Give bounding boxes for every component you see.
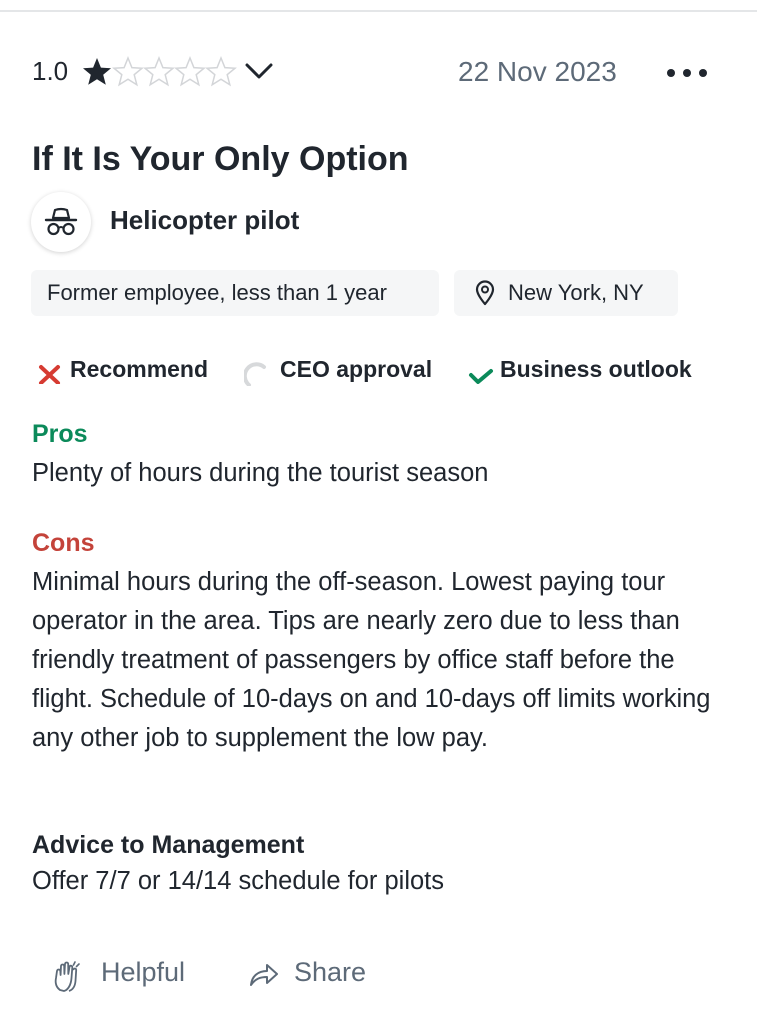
- star-outline-icon: [112, 56, 144, 87]
- pros-text: Plenty of hours during the tourist seaso…: [32, 459, 489, 487]
- share-arrow-icon: [248, 959, 280, 996]
- more-horizontal-icon[interactable]: [665, 66, 709, 84]
- recommend-label: Recommend: [70, 356, 209, 382]
- checkmark-icon: [468, 358, 494, 390]
- avatar: [31, 192, 91, 252]
- job-title: Helicopter pilot: [110, 205, 300, 235]
- advice-text: Offer 7/7 or 14/14 schedule for pilots: [32, 867, 445, 895]
- business-outlook-label: Business outlook: [500, 356, 692, 382]
- incognito-icon: [44, 207, 78, 236]
- star-outline-icon: [143, 56, 175, 87]
- location-text: New York, NY: [508, 280, 644, 305]
- share-label: Share: [294, 957, 367, 987]
- cons-text: Minimal hours during the off-season. Low…: [32, 568, 711, 752]
- cons-label: Cons: [32, 529, 95, 557]
- star-rating: [82, 56, 237, 88]
- top-divider: [0, 10, 757, 12]
- rating-row: 1.0 22 Nov 2023: [32, 50, 722, 94]
- location-chip: New York, NY: [454, 270, 678, 316]
- helpful-label: Helpful: [101, 957, 186, 987]
- star-outline-icon: [205, 56, 237, 87]
- advice-label: Advice to Management: [32, 831, 305, 859]
- chevron-down-icon[interactable]: [244, 60, 274, 87]
- location-pin-icon: [475, 280, 495, 306]
- review-title[interactable]: If It Is Your Only Option: [32, 140, 409, 179]
- pros-label: Pros: [32, 420, 88, 448]
- neutral-arc-icon: [242, 358, 272, 392]
- clapping-hands-icon: [52, 959, 84, 1000]
- review-date: 22 Nov 2023: [458, 56, 617, 87]
- employment-status: Former employee, less than 1 year: [47, 280, 387, 305]
- ratings-row: Recommend CEO approval Business outlook: [32, 352, 732, 392]
- x-mark-icon: [38, 358, 62, 390]
- employment-status-chip: Former employee, less than 1 year: [31, 270, 439, 316]
- star-outline-icon: [174, 56, 206, 87]
- rating-value: 1.0: [32, 56, 69, 86]
- ceo-approval-label: CEO approval: [280, 356, 433, 382]
- star-filled-icon: [83, 58, 111, 85]
